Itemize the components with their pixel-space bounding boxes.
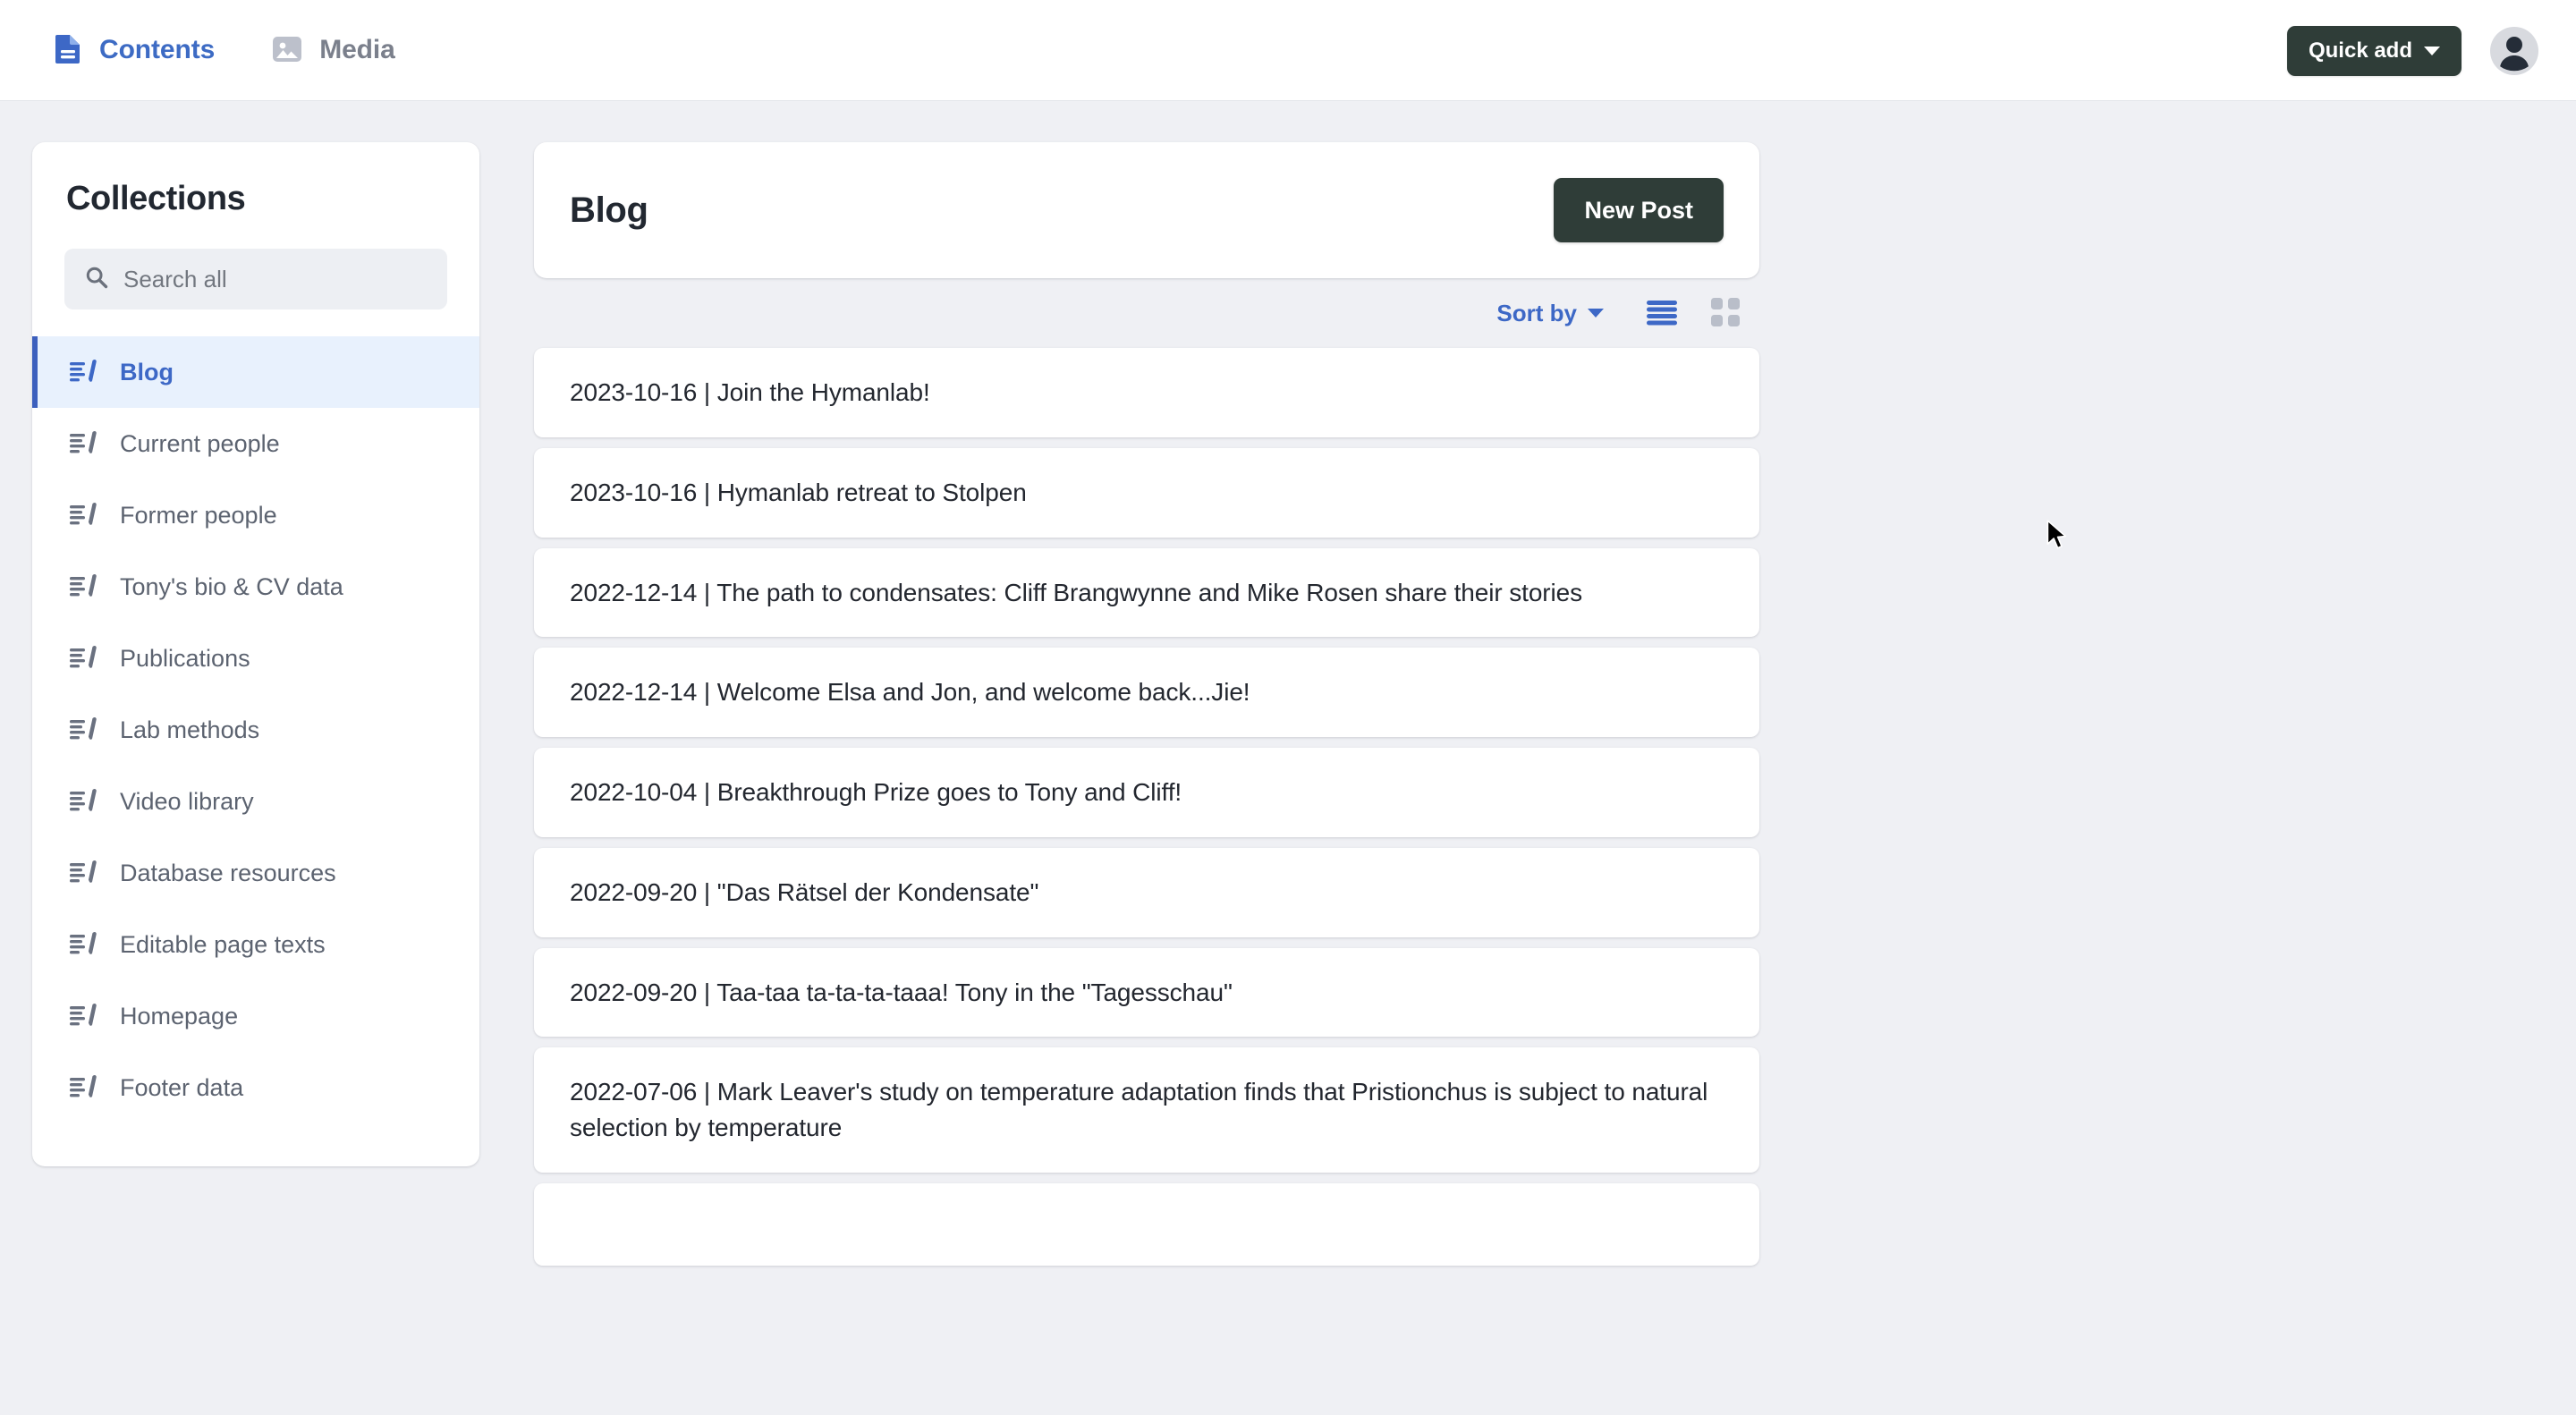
sidebar-item-label: Homepage: [120, 1002, 239, 1029]
sidebar-item-editable-page-texts[interactable]: Editable page texts: [32, 909, 479, 980]
user-avatar-icon[interactable]: [2490, 26, 2538, 75]
sidebar-item-label: Footer data: [120, 1073, 244, 1101]
list-view-button[interactable]: [1640, 292, 1684, 335]
post-edit-icon: [70, 860, 100, 886]
sidebar-item-current-people[interactable]: Current people: [32, 408, 479, 479]
sidebar-item-tonys-bio-cv-data[interactable]: Tony's bio & CV data: [32, 551, 479, 623]
sidebar-item-label: Current people: [120, 429, 280, 457]
post-edit-icon: [70, 430, 100, 457]
chevron-down-icon: [2424, 46, 2440, 55]
tab-media-label: Media: [319, 35, 395, 64]
post-edit-icon: [70, 359, 100, 386]
page-body: Collections Search all Blog Current peop…: [0, 101, 2576, 1415]
post-edit-icon: [70, 1003, 100, 1029]
sidebar-item-footer-data[interactable]: Footer data: [32, 1052, 479, 1123]
post-title: 2022-12-14 | The path to condensates: Cl…: [570, 578, 1583, 606]
sidebar-item-blog[interactable]: Blog: [32, 336, 479, 408]
sidebar-item-label: Video library: [120, 787, 254, 815]
sort-by-button[interactable]: Sort by: [1496, 300, 1604, 327]
collections-sidebar: Collections Search all Blog Current peop…: [32, 142, 479, 1166]
sidebar-item-database-resources[interactable]: Database resources: [32, 837, 479, 909]
collections-list: Blog Current people Former people Tony's…: [32, 336, 479, 1123]
top-navigation-bar: Contents Media Quick add: [0, 0, 2576, 101]
post-edit-icon: [70, 788, 100, 815]
post-title: 2022-07-06 | Mark Leaver's study on temp…: [570, 1078, 1708, 1141]
tab-contents-label: Contents: [99, 35, 216, 64]
quick-add-label: Quick add: [2308, 38, 2412, 63]
chevron-down-icon: [1588, 309, 1604, 318]
top-nav-actions: Quick add: [2286, 0, 2538, 101]
post-title: 2022-12-14 | Welcome Elsa and Jon, and w…: [570, 678, 1250, 707]
post-list-item[interactable]: 2023-10-16 | Join the Hymanlab!: [534, 348, 1759, 437]
grid-view-icon: [1711, 297, 1740, 329]
sort-by-label: Sort by: [1496, 299, 1577, 326]
post-title: 2022-09-20 | Taa-taa ta-ta-ta-taaa! Tony…: [570, 978, 1233, 1006]
post-edit-icon: [70, 716, 100, 743]
search-icon: [84, 265, 109, 294]
sidebar-item-label: Database resources: [120, 859, 336, 886]
tab-media[interactable]: Media: [270, 29, 397, 72]
sidebar-item-lab-methods[interactable]: Lab methods: [32, 694, 479, 766]
post-list-item[interactable]: 2022-09-20 | "Das Rätsel der Kondensate": [534, 847, 1759, 937]
search-input[interactable]: [123, 249, 428, 309]
post-list-item[interactable]: 2022-12-14 | The path to condensates: Cl…: [534, 547, 1759, 638]
sidebar-title: Collections: [66, 180, 246, 217]
page-title: Blog: [570, 190, 648, 230]
post-list-item[interactable]: 2022-12-14 | Welcome Elsa and Jon, and w…: [534, 648, 1759, 737]
post-edit-icon: [70, 645, 100, 672]
list-toolbar: Sort by: [534, 278, 1759, 348]
collection-header: Blog New Post: [534, 142, 1759, 278]
post-edit-icon: [70, 502, 100, 529]
post-list-item[interactable]: [534, 1182, 1759, 1266]
sidebar-item-former-people[interactable]: Former people: [32, 479, 479, 551]
post-list-item[interactable]: 2022-10-04 | Breakthrough Prize goes to …: [534, 748, 1759, 837]
post-edit-icon: [70, 1074, 100, 1101]
tab-contents[interactable]: Contents: [52, 28, 216, 73]
sidebar-item-label: Tony's bio & CV data: [120, 572, 343, 600]
post-title: 2023-10-16 | Join the Hymanlab!: [570, 378, 930, 406]
sidebar-item-label: Lab methods: [120, 716, 260, 743]
sidebar-item-label: Editable page texts: [120, 930, 326, 958]
post-list-item[interactable]: 2022-09-20 | Taa-taa ta-ta-ta-taaa! Tony…: [534, 947, 1759, 1038]
quick-add-button[interactable]: Quick add: [2286, 25, 2462, 76]
main-content: Blog New Post Sort by 2023-10-16 | Join …: [534, 142, 1759, 1266]
sidebar-item-label: Former people: [120, 501, 277, 529]
sidebar-item-label: Publications: [120, 644, 250, 672]
grid-view-button[interactable]: [1704, 291, 1747, 336]
mouse-cursor: [2046, 520, 2070, 552]
sidebar-item-label: Blog: [120, 358, 174, 386]
post-title: 2022-10-04 | Breakthrough Prize goes to …: [570, 778, 1182, 806]
document-icon: [54, 33, 82, 68]
top-nav-tabs: Contents Media: [52, 28, 397, 73]
sidebar-item-publications[interactable]: Publications: [32, 623, 479, 694]
post-edit-icon: [70, 573, 100, 600]
list-view-icon: [1647, 299, 1677, 328]
post-list: 2023-10-16 | Join the Hymanlab! 2023-10-…: [534, 348, 1759, 1266]
sidebar-item-video-library[interactable]: Video library: [32, 766, 479, 837]
post-edit-icon: [70, 931, 100, 958]
sidebar-item-homepage[interactable]: Homepage: [32, 980, 479, 1052]
post-list-item[interactable]: 2022-07-06 | Mark Leaver's study on temp…: [534, 1047, 1759, 1173]
image-icon: [272, 34, 302, 67]
search-all-field[interactable]: [64, 249, 447, 309]
post-title: 2023-10-16 | Hymanlab retreat to Stolpen: [570, 478, 1027, 506]
new-post-button[interactable]: New Post: [1554, 178, 1724, 242]
post-title: 2022-09-20 | "Das Rätsel der Kondensate": [570, 877, 1039, 906]
post-list-item[interactable]: 2023-10-16 | Hymanlab retreat to Stolpen: [534, 447, 1759, 538]
